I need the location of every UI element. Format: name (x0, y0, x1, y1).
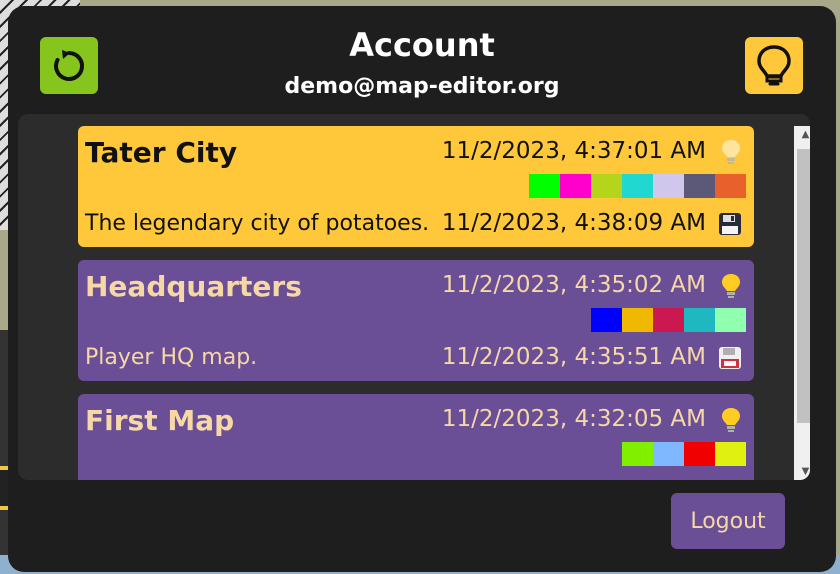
map-created-time: 11/2/2023, 4:32:05 AM (441, 406, 706, 432)
color-palette (529, 174, 746, 198)
palette-swatch (684, 174, 715, 198)
palette-swatch (622, 442, 653, 466)
map-modified-time: 11/2/2023, 4:38:09 AM (441, 210, 706, 236)
map-name: First Map (85, 404, 235, 437)
lightbulb-icon (722, 140, 740, 164)
palette-swatch (715, 442, 746, 466)
logout-button[interactable]: Logout (671, 493, 785, 549)
color-palette (591, 308, 746, 332)
account-email: demo@map-editor.org (284, 74, 560, 99)
palette-swatch (653, 174, 684, 198)
palette-swatch (560, 174, 591, 198)
map-description: The legendary city of potatoes. (85, 211, 430, 236)
palette-swatch (622, 174, 653, 198)
scroll-down-arrow-icon[interactable]: ▼ (794, 463, 810, 480)
map-modified-time: 11/2/2023, 4:35:51 AM (441, 344, 706, 370)
palette-swatch (684, 308, 715, 332)
palette-swatch (684, 442, 715, 466)
maps-list-panel: Tater City 11/2/2023, 4:37:01 AM The leg… (18, 114, 810, 480)
save-icon (719, 347, 741, 369)
palette-swatch (715, 308, 746, 332)
map-name: Headquarters (85, 270, 302, 303)
palette-swatch (622, 308, 653, 332)
lightbulb-icon (722, 274, 740, 298)
palette-swatch (591, 174, 622, 198)
idea-button[interactable] (745, 37, 803, 94)
map-card[interactable]: Tater City 11/2/2023, 4:37:01 AM The leg… (78, 126, 754, 247)
scroll-thumb[interactable] (797, 149, 810, 423)
lightbulb-icon (722, 408, 740, 432)
lightbulb-icon (757, 44, 791, 85)
save-icon (719, 213, 741, 235)
map-card[interactable]: First Map 11/2/2023, 4:32:05 AM (78, 394, 754, 480)
palette-swatch (653, 442, 684, 466)
map-created-time: 11/2/2023, 4:35:02 AM (441, 272, 706, 298)
palette-swatch (715, 174, 746, 198)
scroll-up-arrow-icon[interactable]: ▲ (794, 126, 810, 143)
map-created-time: 11/2/2023, 4:37:01 AM (441, 138, 706, 164)
map-card[interactable]: Headquarters 11/2/2023, 4:35:02 AM Playe… (78, 260, 754, 381)
palette-swatch (653, 308, 684, 332)
palette-swatch (529, 174, 560, 198)
dialog-title: Account (349, 26, 495, 64)
map-name: Tater City (85, 136, 238, 169)
color-palette (622, 442, 746, 466)
palette-swatch (591, 308, 622, 332)
list-scrollbar[interactable]: ▲ ▼ (794, 126, 810, 480)
maps-list[interactable]: Tater City 11/2/2023, 4:37:01 AM The leg… (78, 126, 754, 480)
account-dialog: Account demo@map-editor.org Tater City 1… (8, 6, 836, 572)
map-description: Player HQ map. (85, 345, 258, 370)
